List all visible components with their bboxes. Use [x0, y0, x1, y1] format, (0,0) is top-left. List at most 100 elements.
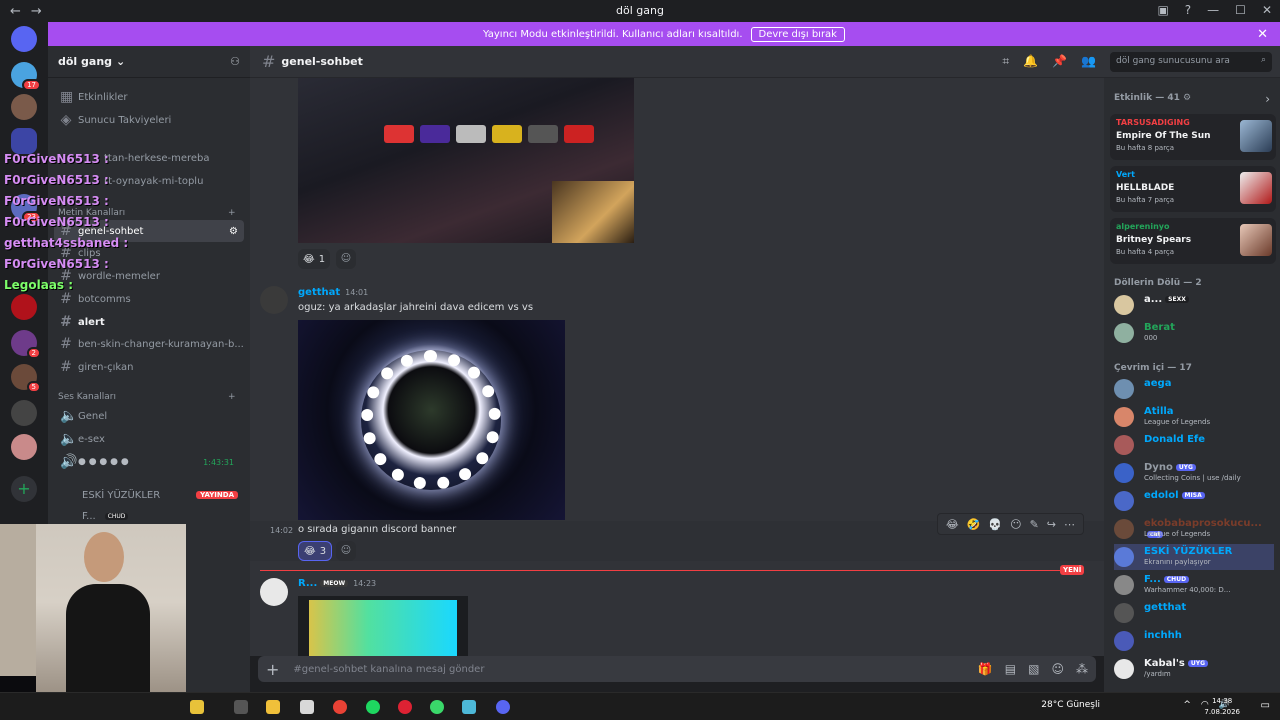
server-icon[interactable]: 17	[11, 62, 41, 91]
disable-streamer-mode-button[interactable]: Devre dışı bırak	[750, 26, 845, 42]
apps-icon[interactable]: ⁂	[1076, 662, 1088, 676]
channel-botcomms[interactable]: # botcomms	[54, 288, 244, 310]
voice-genel[interactable]: 🔈 Genel	[54, 405, 244, 427]
gif-icon[interactable]: ▤	[1005, 662, 1016, 676]
voice-user[interactable]: ESKİ YÜZÜKLER YAYINDA	[54, 484, 244, 506]
member-status: Collecting Coins | use /daily	[1144, 474, 1241, 482]
member-item[interactable]: Atilla League of Legends	[1114, 404, 1274, 430]
voice-e-sex[interactable]: 🔈 e-sex	[54, 428, 244, 450]
channel-settings-icon[interactable]: ⚙	[229, 226, 238, 237]
server-icon[interactable]: 2	[11, 330, 41, 359]
attach-plus-icon[interactable]: +	[266, 660, 279, 679]
avatar[interactable]	[260, 286, 288, 314]
server-icon[interactable]	[11, 400, 37, 426]
emoji-icon[interactable]: ☺	[1051, 662, 1064, 676]
close-window-icon[interactable]: ✕	[1262, 3, 1272, 17]
app-icon[interactable]	[430, 700, 444, 714]
member-item[interactable]: Donald Efe	[1114, 432, 1274, 458]
image-attachment[interactable]	[298, 596, 468, 656]
search-input[interactable]: döl gang sunucusunu ara ⌕	[1110, 52, 1272, 72]
add-reaction-icon[interactable]: 😶	[1010, 518, 1021, 531]
reply-icon[interactable]: ↪	[1047, 518, 1056, 531]
author-name[interactable]: getthat	[298, 287, 340, 298]
member-item[interactable]: Dyno UYG Collecting Coins | use /daily	[1114, 460, 1274, 486]
member-item[interactable]: ekobabaprosokucu...cat League of Legends	[1114, 516, 1274, 542]
file-explorer-icon[interactable]	[266, 700, 280, 714]
server-icon[interactable]	[11, 434, 37, 460]
member-item[interactable]: Kabal's UYG/yardım	[1114, 656, 1274, 682]
app-icon[interactable]	[300, 700, 314, 714]
react-skull-icon[interactable]: 💀	[988, 518, 1002, 531]
edit-icon[interactable]: ✎	[1030, 518, 1039, 531]
activity-card[interactable]: alpereninyo Britney Spears Bu hafta 4 pa…	[1110, 218, 1276, 264]
discord-home-icon[interactable]	[11, 26, 37, 52]
channel-giren-cikan[interactable]: # giren-çıkan	[54, 356, 244, 378]
activity-card[interactable]: Vert HELLBLADE Bu hafta 7 parça	[1110, 166, 1276, 212]
react-laugh-icon[interactable]: 😂	[946, 518, 959, 531]
discord-taskbar-icon[interactable]	[496, 700, 510, 714]
members-icon[interactable]: 👥	[1081, 54, 1096, 69]
weather-widget[interactable]: 28°C Güneşli	[1041, 700, 1100, 710]
activity-card[interactable]: TARSUSADIGING Empire Of The Sun Bu hafta…	[1110, 114, 1276, 160]
server-icon[interactable]	[11, 94, 37, 120]
close-banner-icon[interactable]: ✕	[1257, 27, 1268, 42]
app-icon[interactable]	[398, 700, 412, 714]
more-icon[interactable]: ⋯	[1064, 518, 1075, 531]
add-channel-icon[interactable]: +	[228, 392, 236, 402]
bell-icon[interactable]: 🔔	[1023, 54, 1038, 69]
member-item[interactable]: Berat 000	[1114, 320, 1274, 346]
threads-icon[interactable]: ⌗	[1002, 54, 1009, 69]
invite-icon[interactable]: ⚇	[230, 55, 240, 68]
member-item[interactable]: aega	[1114, 376, 1274, 402]
avatar[interactable]	[260, 578, 288, 606]
author-name[interactable]: R...	[298, 578, 317, 589]
add-reaction-icon[interactable]: ☺	[336, 541, 356, 561]
pin-icon[interactable]: 📌	[1052, 54, 1067, 69]
task-view-icon[interactable]	[234, 700, 248, 714]
app-icon[interactable]	[462, 700, 476, 714]
gift-icon[interactable]: 🎁	[978, 662, 993, 676]
kaleidoscope-image[interactable]	[298, 320, 565, 520]
spotify-icon[interactable]	[366, 700, 380, 714]
message-input[interactable]: + #genel-sohbet kanalına mesaj gönder 🎁 …	[258, 656, 1096, 682]
member-item[interactable]: inchhh	[1114, 628, 1274, 654]
reaction-laugh[interactable]: 😂 1	[298, 249, 331, 269]
voice-category[interactable]: Ses Kanalları +	[58, 392, 236, 402]
inbox-icon[interactable]: ▣	[1157, 3, 1168, 17]
server-icon[interactable]: 5	[11, 364, 41, 393]
add-reaction-icon[interactable]: ☺	[336, 249, 356, 269]
member-name-text: a...	[1144, 294, 1163, 305]
channel-alert[interactable]: # alert	[54, 311, 244, 333]
member-item[interactable]: edolol MISA	[1114, 488, 1274, 514]
copilot-icon[interactable]	[190, 700, 204, 714]
member-item[interactable]: getthat	[1114, 600, 1274, 626]
events-item[interactable]: ▦ Etkinlikler	[54, 86, 244, 108]
reaction-laugh[interactable]: 😂 3	[298, 541, 333, 561]
member-item[interactable]: F... CHUD Warhammer 40,000: D...	[1114, 572, 1274, 598]
tray-chevron-icon[interactable]: ^	[1183, 700, 1191, 710]
help-icon[interactable]: ?	[1185, 3, 1191, 17]
boosts-item[interactable]: ◈ Sunucu Takviyeleri	[54, 109, 244, 131]
message-author[interactable]: getthat 14:01	[298, 287, 368, 298]
chrome-icon[interactable]	[333, 700, 347, 714]
clock[interactable]: 14:38 7.08.2026	[1204, 696, 1240, 718]
channel-skin[interactable]: # ben-skin-changer-kuramayan-b...	[54, 333, 244, 355]
guild-header[interactable]: döl gang ⌄ ⚇	[48, 46, 250, 78]
add-channel-icon[interactable]: +	[228, 208, 236, 218]
chevron-right-icon[interactable]: ›	[1265, 92, 1270, 106]
minimize-icon[interactable]: —	[1207, 3, 1219, 17]
add-server-icon[interactable]: +	[11, 476, 37, 502]
voice-active[interactable]: 🔊 ● ● ● ● ● 1:43:31	[54, 451, 244, 473]
maximize-icon[interactable]: ☐	[1235, 3, 1246, 17]
folder-icon[interactable]	[11, 128, 37, 154]
sticker-icon[interactable]: ▧	[1028, 662, 1039, 676]
activity-user: TARSUSADIGING	[1116, 118, 1190, 127]
hovered-message[interactable]: 14:02 o sırada giganın discord banner 😂 …	[250, 513, 1104, 561]
server-icon[interactable]	[11, 294, 37, 320]
member-item[interactable]: ESKİ YÜZÜKLER Ekranını paylaşıyor	[1114, 544, 1274, 570]
member-item[interactable]: a... SEXX	[1114, 292, 1274, 318]
react-rofl-icon[interactable]: 🤣	[967, 518, 981, 531]
message-author[interactable]: R... MEOW 14:23	[298, 578, 376, 589]
screenshot-attachment[interactable]	[298, 78, 634, 243]
notifications-icon[interactable]: ▭	[1261, 700, 1270, 711]
